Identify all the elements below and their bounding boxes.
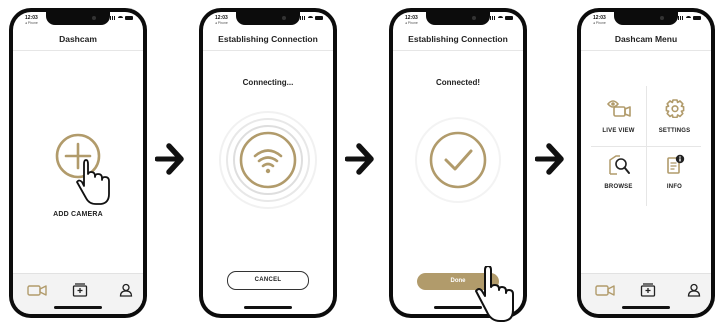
page-title: Dashcam Menu	[581, 28, 711, 51]
signal-icon	[110, 16, 116, 20]
phone-notch	[614, 12, 678, 25]
menu-item-live-view[interactable]: LIVE VIEW	[591, 98, 646, 142]
menu-label-browse: BROWSE	[604, 184, 633, 190]
phone-notch	[236, 12, 300, 25]
info-document-icon	[666, 154, 684, 174]
wifi-status-icon	[118, 16, 123, 20]
profile-tab-icon[interactable]	[687, 283, 701, 297]
status-carrier: ◂ Phone	[215, 21, 228, 25]
pointing-hand-icon	[475, 266, 514, 322]
browse-search-icon	[608, 155, 630, 175]
menu-label-info: INFO	[666, 184, 683, 190]
phone-connecting: 12:03 ◂ Phone Establishing Connection Co…	[199, 8, 337, 318]
arrow-right-icon	[535, 143, 564, 175]
menu-item-info[interactable]: INFO	[647, 154, 702, 198]
page-title: Dashcam	[13, 28, 143, 51]
add-circle-icon	[55, 133, 101, 179]
status-icons	[490, 16, 513, 20]
screen-dashcam-menu: 12:03 ◂ Phone Dashcam Menu LIVE VIEW SET…	[581, 12, 711, 314]
home-indicator	[622, 306, 670, 309]
signal-icon	[490, 16, 496, 20]
battery-icon	[693, 16, 701, 20]
arrow-right-icon	[155, 143, 184, 175]
connection-status: Connected!	[436, 78, 480, 87]
signal-icon	[300, 16, 306, 20]
status-icons	[300, 16, 323, 20]
menu-label-live-view: LIVE VIEW	[602, 128, 635, 134]
menu-item-settings[interactable]: SETTINGS	[647, 98, 702, 142]
checkmark-graphic	[415, 117, 501, 203]
phone-dashcam: 12:03 ◂ Phone Dashcam ADD CAMERA	[9, 8, 147, 318]
settings-gear-icon	[665, 99, 684, 119]
status-carrier: ◂ Phone	[593, 21, 606, 25]
home-indicator	[244, 306, 292, 309]
status-icons	[678, 16, 701, 20]
pointing-hand-icon	[76, 159, 110, 205]
page-title: Establishing Connection	[203, 28, 333, 51]
connection-status: Connecting...	[242, 78, 294, 87]
signal-icon	[678, 16, 684, 20]
phone-notch	[46, 12, 110, 25]
wifi-status-icon	[686, 16, 691, 20]
menu-item-browse[interactable]: BROWSE	[591, 154, 646, 198]
wifi-status-icon	[498, 16, 503, 20]
cancel-button[interactable]: CANCEL	[227, 271, 309, 290]
wifi-status-icon	[308, 16, 313, 20]
camera-tab-icon[interactable]	[27, 283, 47, 297]
gallery-tab-icon[interactable]	[640, 283, 656, 297]
arrow-right-icon	[345, 143, 374, 175]
camera-tab-icon[interactable]	[595, 283, 615, 297]
page-title: Establishing Connection	[393, 28, 523, 51]
live-view-icon	[606, 100, 631, 117]
menu-divider-horizontal	[591, 146, 701, 147]
status-icons	[110, 16, 133, 20]
wifi-pulse-graphic	[219, 111, 317, 209]
battery-icon	[315, 16, 323, 20]
battery-icon	[505, 16, 513, 20]
gallery-tab-icon[interactable]	[72, 283, 88, 297]
profile-tab-icon[interactable]	[119, 283, 133, 297]
add-camera-button[interactable]	[53, 130, 113, 210]
status-carrier: ◂ Phone	[25, 21, 38, 25]
battery-icon	[125, 16, 133, 20]
home-indicator	[434, 306, 482, 309]
add-camera-label[interactable]: ADD CAMERA	[13, 211, 143, 218]
status-carrier: ◂ Phone	[405, 21, 418, 25]
menu-label-settings: SETTINGS	[658, 128, 691, 134]
phone-notch	[426, 12, 490, 25]
phone-dashcam-menu: 12:03 ◂ Phone Dashcam Menu LIVE VIEW SET…	[577, 8, 715, 318]
home-indicator	[54, 306, 102, 309]
screen-connecting: 12:03 ◂ Phone Establishing Connection Co…	[203, 12, 333, 314]
screen-dashcam: 12:03 ◂ Phone Dashcam ADD CAMERA	[13, 12, 143, 314]
